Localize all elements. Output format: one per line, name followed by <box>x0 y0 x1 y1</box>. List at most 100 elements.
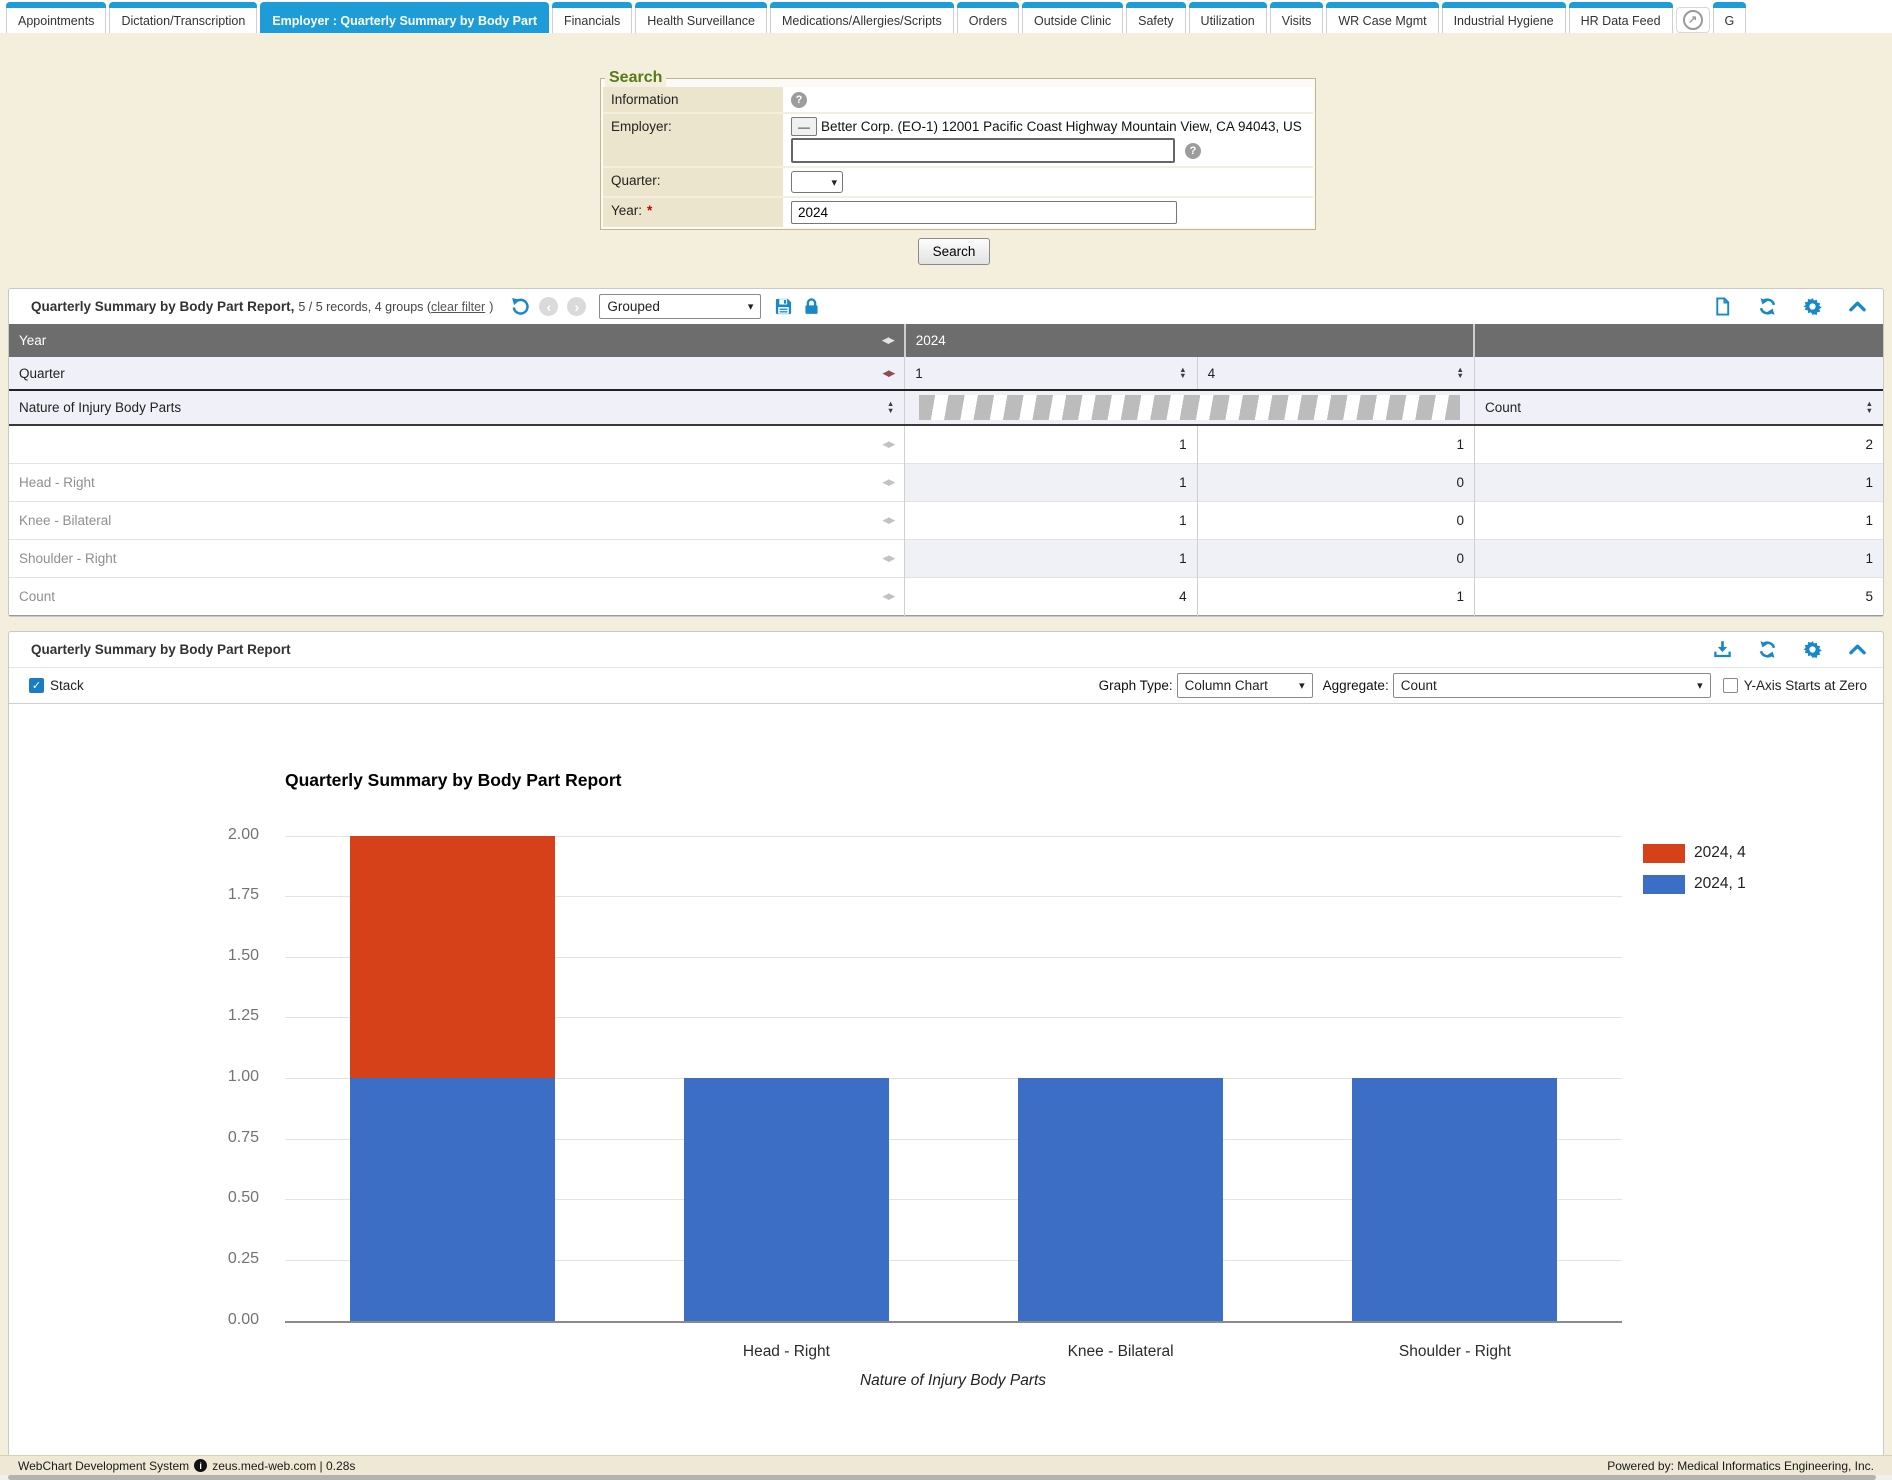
chart-title: Quarterly Summary by Body Part Report <box>285 770 621 791</box>
chart-panel-title: Quarterly Summary by Body Part Report <box>31 642 291 657</box>
chevron-down-icon: ▾ <box>1697 679 1703 692</box>
tab-safety[interactable]: Safety <box>1126 2 1185 33</box>
graph-type-select[interactable]: Column Chart ▾ <box>1177 673 1313 698</box>
collapse-panel-icon[interactable] <box>1848 640 1867 659</box>
column-resize-icon[interactable]: ◀▶ <box>882 515 894 526</box>
quarter-label: Quarter: <box>603 168 783 196</box>
bar-segment <box>350 836 555 1079</box>
y-tick-label: 1.50 <box>184 947 259 965</box>
records-count: 5 / 5 records, 4 groups ( <box>298 300 431 314</box>
year-group-value: 2024 <box>916 333 946 348</box>
search-panel: Search Information ? Employer: — Better … <box>0 33 1892 288</box>
quarter-group-label: Quarter <box>19 366 65 381</box>
y-axis-zero-checkbox[interactable] <box>1723 678 1738 693</box>
scrollbar-thumb[interactable] <box>8 1475 1876 1480</box>
column-resize-icon[interactable]: ◀▶ <box>882 368 894 379</box>
legend-entry: 2024, 4 <box>1643 844 1746 863</box>
sort-icon[interactable]: ▲▼ <box>887 401 894 414</box>
search-legend: Search <box>605 69 666 87</box>
prev-page-button[interactable]: ‹ <box>539 297 558 316</box>
refresh-icon[interactable] <box>1758 640 1777 659</box>
lock-icon[interactable] <box>802 297 821 316</box>
employer-row: Employer: — Better Corp. (EO-1) 12001 Pa… <box>603 114 1313 168</box>
chevron-down-icon: ▾ <box>748 300 754 313</box>
tab-industrial-hygiene[interactable]: Industrial Hygiene <box>1442 2 1566 33</box>
tab-health-surveillance[interactable]: Health Surveillance <box>635 2 767 33</box>
tab-popout-button[interactable]: ↗ <box>1676 7 1710 33</box>
chart-canvas: Quarterly Summary by Body Part Report 20… <box>9 704 1883 1456</box>
clear-filter-link[interactable]: clear filter <box>431 300 485 314</box>
sort-icon[interactable]: ▲▼ <box>1457 367 1464 380</box>
nature-column-header: Nature of Injury Body Parts <box>19 400 181 415</box>
hatched-spacer <box>919 395 1460 420</box>
year-row: Year: * <box>603 198 1313 227</box>
employer-label: Employer: <box>603 114 783 166</box>
table-row-total: Count◀▶ 4 1 5 <box>9 577 1883 615</box>
app-name: WebChart Development System <box>18 1459 189 1473</box>
gear-icon[interactable] <box>1803 640 1822 659</box>
download-icon[interactable] <box>1713 640 1732 659</box>
group-mode-select[interactable]: Grouped ▾ <box>599 294 761 319</box>
search-button[interactable]: Search <box>918 238 990 265</box>
year-label: Year: * <box>603 198 783 227</box>
tab-financials[interactable]: Financials <box>552 2 632 33</box>
stack-label: Stack <box>50 678 84 693</box>
info-icon[interactable]: i <box>194 1459 207 1472</box>
sort-icon[interactable]: ▲▼ <box>1179 367 1186 380</box>
y-tick-label: 2.00 <box>184 826 259 844</box>
new-document-icon[interactable] <box>1713 297 1732 316</box>
undo-icon[interactable] <box>511 297 530 316</box>
horizontal-scrollbar <box>0 1475 1892 1480</box>
tab-utilization[interactable]: Utilization <box>1189 2 1267 33</box>
next-page-button[interactable]: › <box>567 297 586 316</box>
tab-visits[interactable]: Visits <box>1270 2 1324 33</box>
legend-swatch <box>1643 875 1685 894</box>
column-resize-icon[interactable]: ◀▶ <box>882 477 894 488</box>
bar-segment <box>1352 1078 1557 1321</box>
tab-dictation-transcription[interactable]: Dictation/Transcription <box>109 2 257 33</box>
legend-swatch <box>1643 844 1685 863</box>
help-icon[interactable]: ? <box>791 92 807 108</box>
tab-appointments[interactable]: Appointments <box>6 2 106 33</box>
help-icon[interactable]: ? <box>1185 143 1201 159</box>
table-row: Shoulder - Right◀▶ 1 0 1 <box>9 539 1883 577</box>
column-resize-icon[interactable]: ◀▶ <box>882 591 894 602</box>
column-resize-icon[interactable]: ◀▶ <box>882 439 894 450</box>
column-resize-icon[interactable]: ◀▶ <box>882 553 894 564</box>
stack-checkbox[interactable]: ✓ <box>29 678 44 693</box>
powered-by: Powered by: Medical Informatics Engineer… <box>1607 1459 1874 1473</box>
collapse-panel-icon[interactable] <box>1848 297 1867 316</box>
external-link-icon: ↗ <box>1683 10 1703 30</box>
report-table-header: Quarterly Summary by Body Part Report, 5… <box>9 289 1883 324</box>
tab-overflow-partial[interactable]: G <box>1713 2 1747 33</box>
search-fieldset: Search Information ? Employer: — Better … <box>600 69 1316 230</box>
chevron-down-icon: ▾ <box>1299 679 1305 692</box>
aggregate-select[interactable]: Count ▾ <box>1393 673 1711 698</box>
y-tick-label: 1.75 <box>184 886 259 904</box>
tab-outside-clinic[interactable]: Outside Clinic <box>1022 2 1123 33</box>
employer-search-input[interactable] <box>791 138 1175 163</box>
gear-icon[interactable] <box>1803 297 1822 316</box>
quarter-select[interactable]: ▾ <box>791 171 843 193</box>
table-row: Head - Right◀▶ 1 0 1 <box>9 463 1883 501</box>
year-input[interactable] <box>791 201 1177 224</box>
bar-segment <box>1018 1078 1223 1321</box>
tab-wr-case-mgmt[interactable]: WR Case Mgmt <box>1326 2 1438 33</box>
tab-hr-data-feed[interactable]: HR Data Feed <box>1569 2 1673 33</box>
refresh-icon[interactable] <box>1758 297 1777 316</box>
quarter-1-header: 1 <box>915 366 923 381</box>
tab-orders[interactable]: Orders <box>957 2 1019 33</box>
chevron-down-icon: ▾ <box>831 176 837 189</box>
column-resize-icon[interactable]: ◀▶ <box>882 335 894 346</box>
collapse-employer-button[interactable]: — <box>791 117 817 136</box>
sort-icon[interactable]: ▲▼ <box>1866 401 1873 414</box>
x-category-label: Head - Right <box>626 1343 946 1361</box>
tab-bar: Appointments Dictation/Transcription Emp… <box>0 0 1892 33</box>
information-row: Information ? <box>603 87 1313 114</box>
report-title: Quarterly Summary by Body Part Report, <box>31 299 294 314</box>
y-tick-label: 0.75 <box>184 1129 259 1147</box>
tab-employer-quarterly-summary[interactable]: Employer : Quarterly Summary by Body Par… <box>260 2 549 33</box>
y-axis-zero-label: Y-Axis Starts at Zero <box>1744 678 1867 693</box>
tab-medications-allergies-scripts[interactable]: Medications/Allergies/Scripts <box>770 2 954 33</box>
save-icon[interactable] <box>774 297 793 316</box>
